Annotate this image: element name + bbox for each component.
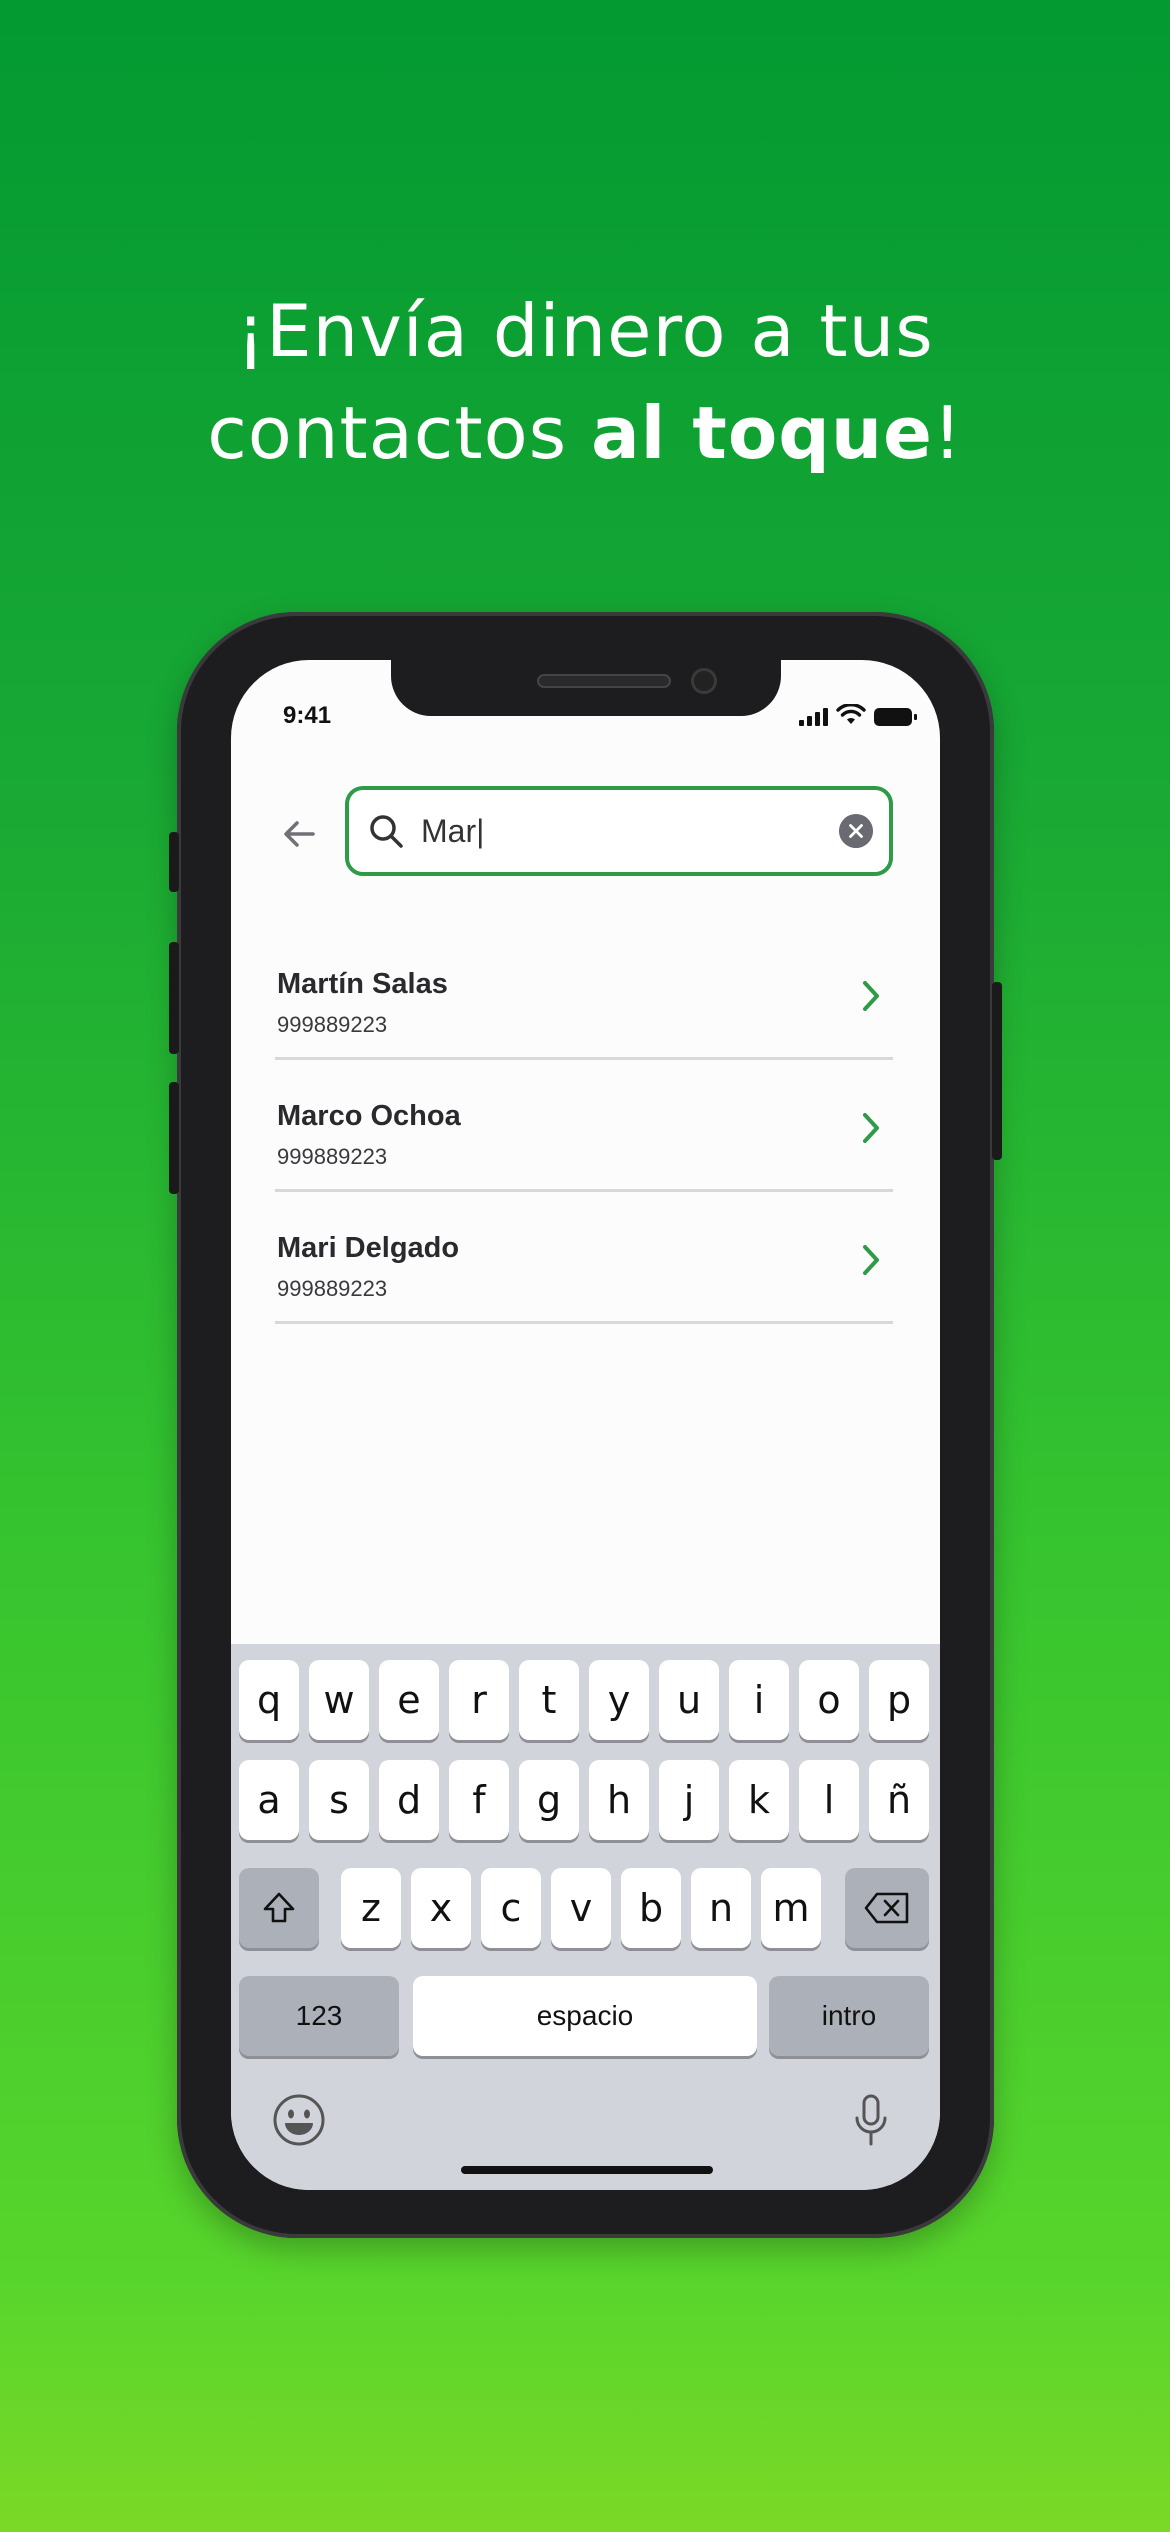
space-key[interactable]: espacio (413, 1976, 757, 2056)
shift-icon (263, 1892, 295, 1923)
backspace-icon (864, 1892, 909, 1924)
contact-phone: 999889223 (277, 1144, 388, 1169)
headline: ¡Envía dinero a tus contactos al toque! (0, 280, 1170, 484)
camera (691, 668, 717, 694)
contact-row[interactable]: Martín Salas 999889223 (275, 928, 893, 1060)
key[interactable]: l (799, 1760, 859, 1840)
key[interactable]: p (869, 1660, 929, 1740)
clear-search-icon[interactable] (839, 814, 873, 848)
key[interactable]: b (621, 1868, 681, 1948)
headline-line-1: ¡Envía dinero a tus (236, 289, 934, 373)
contact-row[interactable]: Marco Ochoa 999889223 (275, 1060, 893, 1192)
phone-volume-up (169, 942, 179, 1054)
key[interactable]: x (411, 1868, 471, 1948)
phone-screen: 9:41 Mar| Martín Salas 999889223 Marco O… (231, 660, 940, 2190)
contact-phone: 999889223 (277, 1276, 388, 1301)
key[interactable]: ñ (869, 1760, 929, 1840)
microphone-icon[interactable] (851, 2092, 891, 2148)
phone-volume-down (169, 1082, 179, 1194)
delete-key[interactable] (845, 1868, 929, 1948)
notch (391, 660, 781, 716)
back-arrow-icon[interactable] (275, 810, 323, 858)
chevron-right-icon (863, 981, 879, 1011)
headline-line-2: contactos al toque! (0, 382, 1170, 484)
key[interactable]: u (659, 1660, 719, 1740)
phone-mute-switch (169, 832, 179, 892)
key[interactable]: k (729, 1760, 789, 1840)
search-icon (370, 815, 403, 848)
key[interactable]: c (481, 1868, 541, 1948)
shift-key[interactable] (239, 1868, 319, 1948)
key[interactable]: w (309, 1660, 369, 1740)
phone-power-button (992, 982, 1002, 1160)
key[interactable]: o (799, 1660, 859, 1740)
key[interactable]: s (309, 1760, 369, 1840)
key[interactable]: n (691, 1868, 751, 1948)
contact-phone: 999889223 (277, 1012, 388, 1037)
key[interactable]: e (379, 1660, 439, 1740)
keyboard: q w e r t y u i o p a s d f g h j k l ñ (231, 1644, 940, 2190)
contact-row[interactable]: Mari Delgado 999889223 (275, 1192, 893, 1324)
key[interactable]: g (519, 1760, 579, 1840)
headline-line-2-suffix: ! (932, 391, 963, 475)
phone-mockup: 9:41 Mar| Martín Salas 999889223 Marco O… (169, 612, 1002, 2238)
speaker (537, 674, 671, 688)
contact-list: Martín Salas 999889223 Marco Ochoa 99988… (275, 928, 893, 1324)
key[interactable]: z (341, 1868, 401, 1948)
key[interactable]: v (551, 1868, 611, 1948)
signal-icon (799, 708, 828, 726)
return-key[interactable]: intro (769, 1976, 929, 2056)
contact-name: Mari Delgado (277, 1232, 460, 1264)
chevron-right-icon (863, 1245, 879, 1275)
key[interactable]: i (729, 1660, 789, 1740)
status-icons (799, 704, 917, 726)
search-input[interactable] (421, 808, 801, 854)
wifi-icon (836, 704, 866, 724)
home-indicator[interactable] (461, 2166, 713, 2174)
key[interactable]: f (449, 1760, 509, 1840)
chevron-right-icon (863, 1113, 879, 1143)
emoji-icon[interactable] (271, 2092, 327, 2148)
key[interactable]: q (239, 1660, 299, 1740)
key[interactable]: y (589, 1660, 649, 1740)
key[interactable]: a (239, 1760, 299, 1840)
battery-icon (874, 708, 917, 726)
key[interactable]: d (379, 1760, 439, 1840)
key[interactable]: h (589, 1760, 649, 1840)
search-box[interactable] (345, 786, 893, 876)
numbers-key[interactable]: 123 (239, 1976, 399, 2056)
status-time: 9:41 (283, 702, 332, 729)
key[interactable]: r (449, 1660, 509, 1740)
contact-name: Marco Ochoa (277, 1100, 461, 1132)
headline-line-2-prefix: contactos (207, 391, 592, 475)
headline-line-2-bold: al toque (591, 391, 933, 475)
key[interactable]: m (761, 1868, 821, 1948)
contact-name: Martín Salas (277, 968, 448, 1000)
key[interactable]: j (659, 1760, 719, 1840)
key[interactable]: t (519, 1660, 579, 1740)
